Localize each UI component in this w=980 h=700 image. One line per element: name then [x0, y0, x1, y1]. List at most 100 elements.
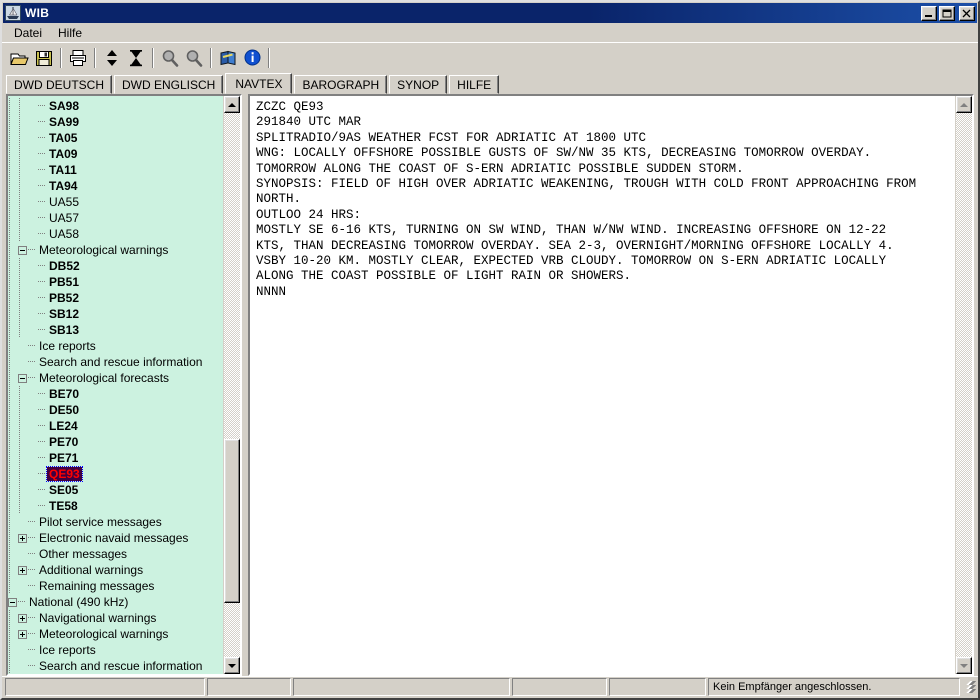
tree-node[interactable]: DB52	[8, 258, 223, 274]
tree-node[interactable]: Additional warnings	[8, 562, 223, 578]
tree-node-label: BE70	[49, 387, 80, 401]
message-tree[interactable]: SA98 SA99 TA05 TA09 TA11 TA94 UA55 UA57 UA58 Mete…	[8, 96, 223, 674]
tree-node[interactable]: SA99	[8, 114, 223, 130]
tree-node-label: PE71	[49, 451, 79, 465]
tree-node[interactable]: Navigational warnings	[8, 610, 223, 626]
tree-guide-line	[18, 434, 28, 450]
tab-dwd-deutsch[interactable]: DWD DEUTSCH	[6, 75, 112, 94]
message-scroll-down-button[interactable]	[956, 657, 972, 674]
tree-elbow	[37, 402, 47, 418]
tree-node[interactable]: SB13	[8, 322, 223, 338]
tree-node[interactable]: Meteorological forecasts	[8, 370, 223, 386]
message-body: ZCZC QE93 291840 UTC MAR SPLITRADIO/9AS …	[256, 100, 917, 299]
tree-guide-line	[18, 322, 28, 338]
tree-node[interactable]: SE05	[8, 482, 223, 498]
tree-node[interactable]: PB52	[8, 290, 223, 306]
tree-node[interactable]: UA58	[8, 226, 223, 242]
tree-node[interactable]: QE93	[8, 466, 223, 482]
tree-collapse-icon[interactable]	[18, 373, 27, 383]
tree-node[interactable]: TA94	[8, 178, 223, 194]
tree-scroll-down-button[interactable]	[224, 657, 240, 674]
tree-node[interactable]: TA05	[8, 130, 223, 146]
tab-hilfe[interactable]: HILFE	[449, 75, 500, 94]
tree-expand-icon[interactable]	[18, 613, 27, 623]
zoom-in-icon[interactable]	[158, 46, 182, 70]
tree-node[interactable]: UA55	[8, 194, 223, 210]
tree-scroll-track[interactable]	[224, 113, 240, 657]
tree-node-label: Remaining messages	[39, 579, 155, 593]
tree-node[interactable]: Electronic navaid messages	[8, 530, 223, 546]
tree-node[interactable]: UA57	[8, 210, 223, 226]
tree-collapse-icon[interactable]	[8, 597, 17, 607]
tree-node[interactable]: Meteorological warnings	[8, 626, 223, 642]
tab-strip: DWD DEUTSCH DWD ENGLISCH NAVTEX BAROGRAP…	[2, 72, 978, 94]
message-vertical-scrollbar[interactable]	[955, 96, 972, 674]
message-scroll-up-button[interactable]	[956, 96, 972, 113]
tree-node[interactable]: PB51	[8, 274, 223, 290]
tree-node[interactable]: PE70	[8, 434, 223, 450]
tree-node[interactable]: TE58	[8, 498, 223, 514]
tree-node[interactable]: DE50	[8, 402, 223, 418]
tab-barograph[interactable]: BAROGRAPH	[294, 75, 388, 94]
message-text-scroll[interactable]: ZCZC QE93 291840 UTC MAR SPLITRADIO/9AS …	[250, 96, 955, 674]
book-icon[interactable]	[216, 46, 240, 70]
tree-node[interactable]: TA11	[8, 162, 223, 178]
tab-synop[interactable]: SYNOP	[389, 75, 448, 94]
tree-node[interactable]: SA98	[8, 98, 223, 114]
tree-scroll-thumb[interactable]	[224, 439, 240, 603]
menu-item-datei[interactable]: Datei	[6, 24, 50, 42]
close-button[interactable]	[959, 5, 975, 21]
tree-scroll-up-button[interactable]	[224, 96, 240, 113]
menu-item-hilfe[interactable]: Hilfe	[50, 24, 90, 42]
tree-node[interactable]: Search and rescue information	[8, 354, 223, 370]
tree-guide-line	[18, 98, 28, 114]
tree-node[interactable]: PE71	[8, 450, 223, 466]
updown-arrows-icon[interactable]	[100, 46, 124, 70]
minimize-button[interactable]	[921, 5, 937, 21]
tree-expand-icon[interactable]	[18, 533, 27, 543]
resize-grip[interactable]	[962, 680, 976, 694]
tree-node[interactable]: SB12	[8, 306, 223, 322]
tab-navtex[interactable]: NAVTEX	[225, 73, 293, 94]
message-tree-pane: SA98 SA99 TA05 TA09 TA11 TA94 UA55 UA57 UA58 Mete…	[6, 94, 242, 676]
zoom-out-icon[interactable]	[182, 46, 206, 70]
tree-expand-icon[interactable]	[18, 629, 27, 639]
maximize-button[interactable]	[939, 5, 955, 21]
toolbar-separator	[268, 47, 270, 68]
message-scroll-track[interactable]	[956, 113, 972, 657]
tree-node[interactable]: Remaining messages	[8, 578, 223, 594]
tree-node[interactable]: Ice reports	[8, 642, 223, 658]
tree-node[interactable]: Pilot service messages	[8, 514, 223, 530]
status-panel-4	[609, 678, 706, 696]
tree-guide-line	[8, 194, 18, 210]
tree-guide-line	[8, 226, 18, 242]
tree-elbow	[27, 626, 37, 642]
tree-vertical-scrollbar[interactable]	[223, 96, 240, 674]
tree-node[interactable]: Meteorological warnings	[8, 242, 223, 258]
tree-elbow	[27, 658, 37, 674]
tree-elbow	[37, 98, 47, 114]
tree-guide-line	[8, 642, 18, 658]
tree-elbow	[37, 258, 47, 274]
tab-dwd-englisch[interactable]: DWD ENGLISCH	[114, 75, 224, 94]
tree-guide-line	[8, 114, 18, 130]
tree-node-label: UA58	[49, 227, 80, 241]
hourglass-icon[interactable]	[124, 46, 148, 70]
tree-elbow	[37, 306, 47, 322]
tree-expand-icon[interactable]	[18, 565, 27, 575]
tree-guide-line	[8, 466, 18, 482]
tree-node[interactable]: Ice reports	[8, 338, 223, 354]
print-icon[interactable]	[66, 46, 90, 70]
tree-collapse-icon[interactable]	[18, 245, 27, 255]
tree-node[interactable]: LE24	[8, 418, 223, 434]
tree-guide-line	[8, 338, 18, 354]
tree-node[interactable]: National (490 kHz)	[8, 594, 223, 610]
info-icon[interactable]	[240, 46, 264, 70]
tree-node[interactable]: Search and rescue information	[8, 658, 223, 674]
tree-node[interactable]: BE70	[8, 386, 223, 402]
tree-node[interactable]: TA09	[8, 146, 223, 162]
tree-node[interactable]: Other messages	[8, 546, 223, 562]
open-folder-icon[interactable]	[8, 46, 32, 70]
save-disk-icon[interactable]	[32, 46, 56, 70]
tree-guide-line	[18, 274, 28, 290]
